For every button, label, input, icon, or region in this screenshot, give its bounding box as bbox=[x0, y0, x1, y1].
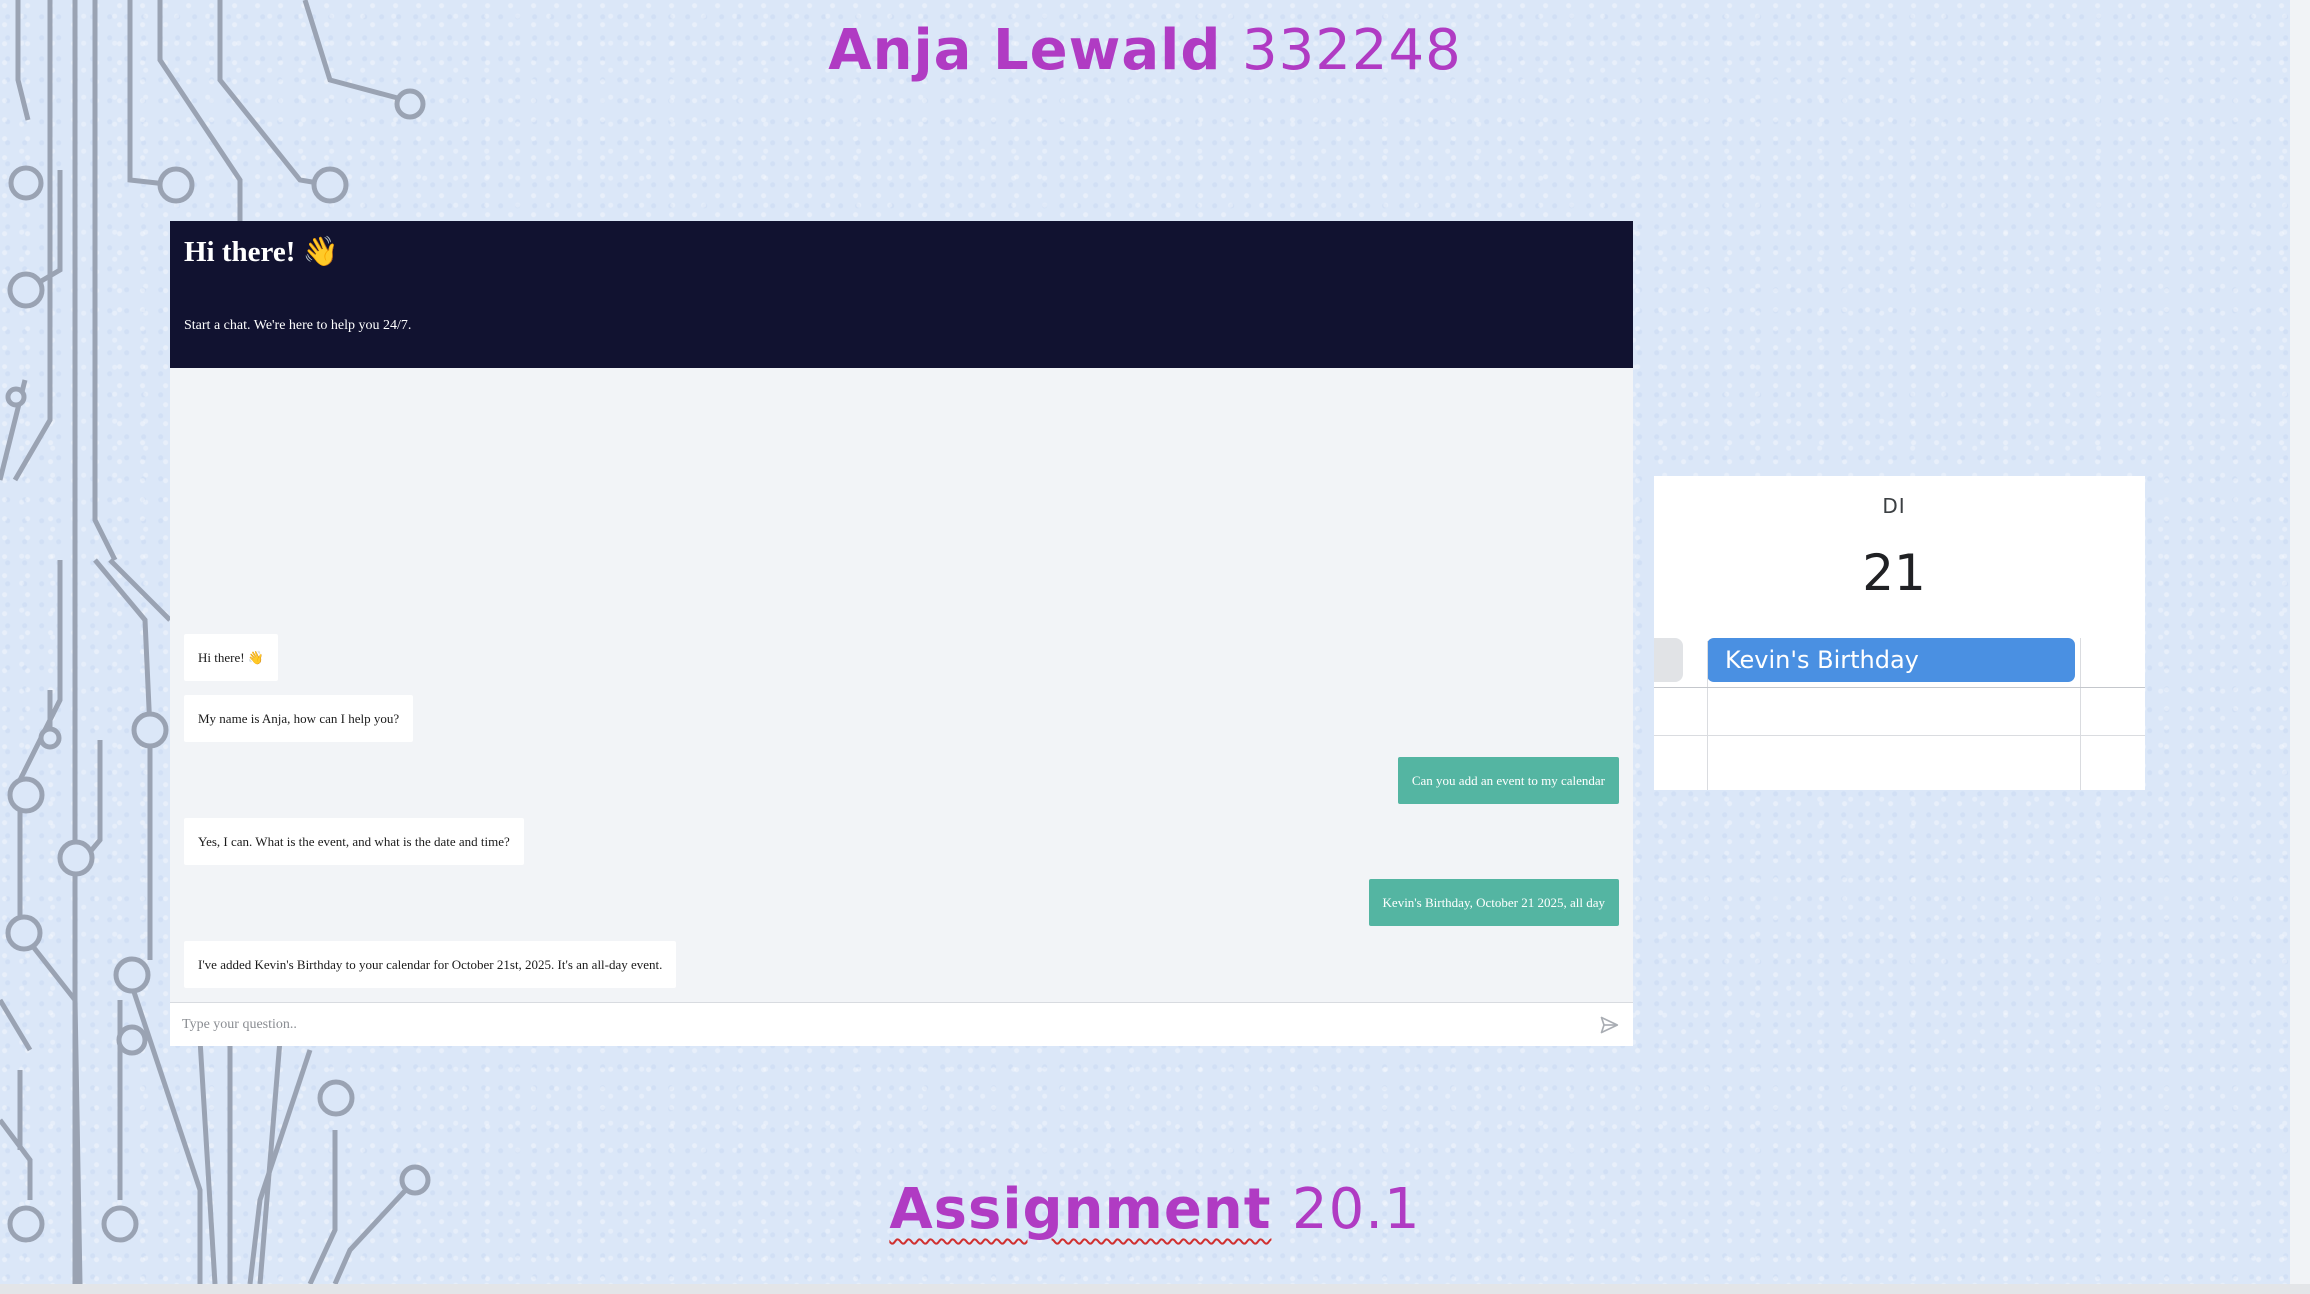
chat-header-subtitle: Start a chat. We're here to help you 24/… bbox=[184, 318, 412, 333]
calendar-event-chip[interactable]: Kevin's Birthday bbox=[1707, 638, 2075, 682]
calendar-day-label: DI bbox=[1882, 494, 1906, 518]
title-name: Anja Lewald bbox=[828, 18, 1222, 83]
calendar-grid-line bbox=[2080, 638, 2081, 790]
calendar-snippet: DI 21 Kevin's Birthday bbox=[1654, 476, 2145, 790]
chat-input-bar bbox=[170, 1002, 1633, 1046]
chat-message-bot: My name is Anja, how can I help you? bbox=[184, 695, 414, 742]
subtitle-number: 20.1 bbox=[1291, 1177, 1421, 1242]
title-number: 332248 bbox=[1241, 18, 1462, 83]
calendar-grid-line bbox=[1654, 735, 2145, 736]
send-icon[interactable] bbox=[1599, 1015, 1619, 1035]
chat-message-bot: I've added Kevin's Birthday to your cale… bbox=[184, 941, 677, 988]
calendar-grid-line bbox=[1707, 641, 1708, 790]
calendar-date-number[interactable]: 21 bbox=[1654, 544, 2134, 602]
subtitle-word: Assignment bbox=[889, 1177, 1272, 1242]
calendar-adjacent-event bbox=[1654, 638, 1683, 682]
chat-message-bot: Hi there! 👋 bbox=[184, 634, 278, 681]
chat-message-bot: Yes, I can. What is the event, and what … bbox=[184, 818, 524, 865]
slide-title: Anja Lewald 332248 bbox=[0, 18, 2290, 83]
chat-question-input[interactable] bbox=[180, 1011, 1564, 1039]
chat-header-title: Hi there! 👋 bbox=[184, 236, 339, 268]
calendar-grid-line bbox=[1654, 687, 2145, 688]
chat-message-user: Can you add an event to my calendar bbox=[1397, 757, 1619, 804]
slide-right-edge bbox=[2290, 0, 2310, 1294]
slide-bottom-edge bbox=[0, 1284, 2310, 1294]
slide-subtitle: Assignment 20.1 bbox=[0, 1177, 2310, 1242]
chat-header: Hi there! 👋 Start a chat. We're here to … bbox=[170, 221, 1633, 368]
chat-message-user: Kevin's Birthday, October 21 2025, all d… bbox=[1368, 879, 1619, 926]
chat-widget: Hi there! 👋 Start a chat. We're here to … bbox=[170, 221, 1633, 1046]
